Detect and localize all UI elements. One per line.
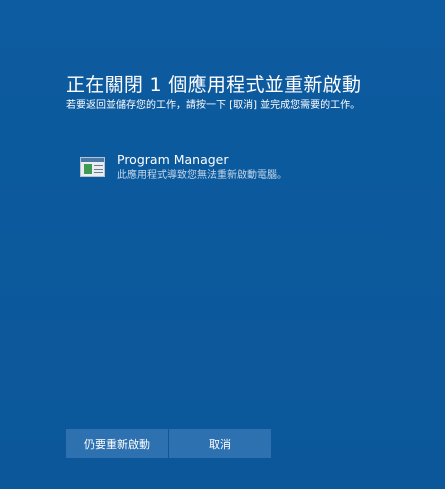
blocking-app-text: Program Manager 此應用程式導致您無法重新啟動電腦。 [117, 152, 287, 184]
restart-anyway-button[interactable]: 仍要重新啟動 [66, 429, 168, 458]
page-title: 正在關閉 1 個應用程式並重新啟動 [66, 74, 362, 96]
blocking-app-item: Program Manager 此應用程式導致您無法重新啟動電腦。 [80, 152, 287, 184]
program-manager-icon [80, 157, 105, 177]
page-subtitle: 若要返回並儲存您的工作，請按一下 [取消] 並完成您需要的工作。 [66, 100, 361, 111]
app-name: Program Manager [117, 152, 229, 167]
cancel-button[interactable]: 取消 [169, 429, 271, 458]
app-description: 此應用程式導致您無法重新啟動電腦。 [117, 170, 287, 181]
shutdown-screen: 正在關閉 1 個應用程式並重新啟動 若要返回並儲存您的工作，請按一下 [取消] … [0, 0, 445, 489]
